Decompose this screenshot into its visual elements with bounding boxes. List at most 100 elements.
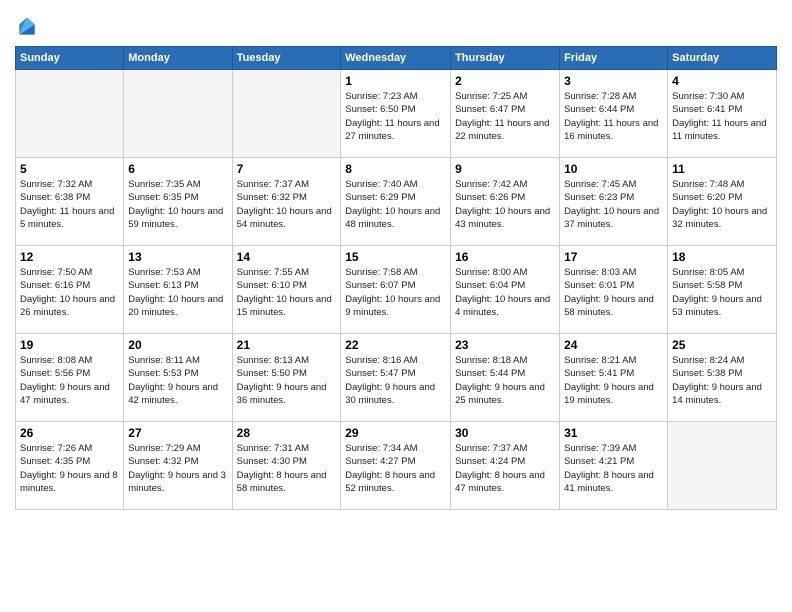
calendar-cell: 11Sunrise: 7:48 AM Sunset: 6:20 PM Dayli…: [668, 158, 777, 246]
day-info: Sunrise: 8:03 AM Sunset: 6:01 PM Dayligh…: [564, 266, 663, 319]
day-info: Sunrise: 7:40 AM Sunset: 6:29 PM Dayligh…: [345, 178, 446, 231]
day-info: Sunrise: 7:28 AM Sunset: 6:44 PM Dayligh…: [564, 90, 663, 143]
calendar-cell: 14 Sunrise: 7:55 AM Sunset: 6:10 PM Dayli…: [232, 246, 341, 334]
day-info: Sunrise: 7:35 AM Sunset: 6:35 PM Dayligh…: [128, 178, 227, 231]
calendar-week-row: 1 Sunrise: 7:23 AM Sunset: 6:50 PM Daylig…: [16, 70, 777, 158]
day-info: Sunrise: 7:58 AM Sunset: 6:07 PM Dayligh…: [345, 266, 446, 319]
day-info: Sunrise: 7:32 AM Sunset: 6:38 PM Dayligh…: [20, 178, 119, 231]
day-number: 14: [237, 250, 337, 264]
day-info: Sunrise: 7:50 AM Sunset: 6:16 PM Dayligh…: [20, 266, 119, 319]
calendar-cell: 23 Sunrise: 8:18 AM Sunset: 5:44 PM Dayli…: [451, 334, 560, 422]
calendar-cell: 25 Sunrise: 8:24 AM Sunset: 5:38 PM Dayli…: [668, 334, 777, 422]
calendar-cell: 4 Sunrise: 7:30 AM Sunset: 6:41 PM Daylig…: [668, 70, 777, 158]
day-info: Sunrise: 7:45 AM Sunset: 6:23 PM Dayligh…: [564, 178, 663, 231]
calendar-week-row: 5 Sunrise: 7:32 AM Sunset: 6:38 PM Daylig…: [16, 158, 777, 246]
day-info: Sunrise: 8:11 AM Sunset: 5:53 PM Dayligh…: [128, 354, 227, 407]
day-info: Sunrise: 8:16 AM Sunset: 5:47 PM Dayligh…: [345, 354, 446, 407]
calendar-cell: 26Sunrise: 7:26 AM Sunset: 4:35 PM Dayli…: [16, 422, 124, 510]
day-number: 4: [672, 74, 772, 88]
calendar-cell: 9 Sunrise: 7:42 AM Sunset: 6:26 PM Daylig…: [451, 158, 560, 246]
page-container: SundayMondayTuesdayWednesdayThursdayFrid…: [0, 0, 792, 520]
day-number: 29: [345, 426, 446, 440]
weekday-header: Wednesday: [341, 47, 451, 70]
calendar-cell: 16Sunrise: 8:00 AM Sunset: 6:04 PM Dayli…: [451, 246, 560, 334]
weekday-header: Saturday: [668, 47, 777, 70]
day-info: Sunrise: 8:13 AM Sunset: 5:50 PM Dayligh…: [237, 354, 337, 407]
calendar-cell: 12 Sunrise: 7:50 AM Sunset: 6:16 PM Dayli…: [16, 246, 124, 334]
calendar-cell: 21 Sunrise: 8:13 AM Sunset: 5:50 PM Dayli…: [232, 334, 341, 422]
logo-icon: [17, 14, 37, 38]
day-number: 9: [455, 162, 555, 176]
calendar-cell: 20 Sunrise: 8:11 AM Sunset: 5:53 PM Dayli…: [124, 334, 232, 422]
calendar-cell: [232, 70, 341, 158]
calendar-cell: 31 Sunrise: 7:39 AM Sunset: 4:21 PM Dayli…: [560, 422, 668, 510]
calendar-cell: 3Sunrise: 7:28 AM Sunset: 6:44 PM Daylig…: [560, 70, 668, 158]
calendar-cell: 27 Sunrise: 7:29 AM Sunset: 4:32 PM Dayli…: [124, 422, 232, 510]
calendar-cell: [124, 70, 232, 158]
day-info: Sunrise: 7:31 AM Sunset: 4:30 PM Dayligh…: [237, 442, 337, 495]
calendar-cell: 1 Sunrise: 7:23 AM Sunset: 6:50 PM Daylig…: [341, 70, 451, 158]
calendar-week-row: 26Sunrise: 7:26 AM Sunset: 4:35 PM Dayli…: [16, 422, 777, 510]
day-info: Sunrise: 7:39 AM Sunset: 4:21 PM Dayligh…: [564, 442, 663, 495]
calendar-cell: 22 Sunrise: 8:16 AM Sunset: 5:47 PM Dayli…: [341, 334, 451, 422]
day-number: 17: [564, 250, 663, 264]
calendar-cell: 24Sunrise: 8:21 AM Sunset: 5:41 PM Dayli…: [560, 334, 668, 422]
day-info: Sunrise: 7:25 AM Sunset: 6:47 PM Dayligh…: [455, 90, 555, 143]
day-number: 20: [128, 338, 227, 352]
day-number: 15: [345, 250, 446, 264]
day-number: 13: [128, 250, 227, 264]
day-number: 6: [128, 162, 227, 176]
day-number: 28: [237, 426, 337, 440]
day-info: Sunrise: 8:21 AM Sunset: 5:41 PM Dayligh…: [564, 354, 663, 407]
calendar-week-row: 12 Sunrise: 7:50 AM Sunset: 6:16 PM Dayli…: [16, 246, 777, 334]
calendar-cell: 19 Sunrise: 8:08 AM Sunset: 5:56 PM Dayli…: [16, 334, 124, 422]
day-number: 21: [237, 338, 337, 352]
calendar-cell: 6 Sunrise: 7:35 AM Sunset: 6:35 PM Daylig…: [124, 158, 232, 246]
weekday-header: Tuesday: [232, 47, 341, 70]
page-header: [15, 10, 777, 38]
logo: [15, 14, 37, 38]
calendar-cell: 30Sunrise: 7:37 AM Sunset: 4:24 PM Dayli…: [451, 422, 560, 510]
day-info: Sunrise: 7:30 AM Sunset: 6:41 PM Dayligh…: [672, 90, 772, 143]
calendar-cell: [16, 70, 124, 158]
calendar-cell: 5 Sunrise: 7:32 AM Sunset: 6:38 PM Daylig…: [16, 158, 124, 246]
day-info: Sunrise: 7:48 AM Sunset: 6:20 PM Dayligh…: [672, 178, 772, 231]
day-number: 23: [455, 338, 555, 352]
day-number: 7: [237, 162, 337, 176]
day-info: Sunrise: 8:18 AM Sunset: 5:44 PM Dayligh…: [455, 354, 555, 407]
day-number: 1: [345, 74, 446, 88]
day-number: 10: [564, 162, 663, 176]
weekday-header: Monday: [124, 47, 232, 70]
day-number: 12: [20, 250, 119, 264]
calendar-cell: 8Sunrise: 7:40 AM Sunset: 6:29 PM Daylig…: [341, 158, 451, 246]
calendar-cell: 10 Sunrise: 7:45 AM Sunset: 6:23 PM Dayli…: [560, 158, 668, 246]
day-info: Sunrise: 8:24 AM Sunset: 5:38 PM Dayligh…: [672, 354, 772, 407]
day-info: Sunrise: 7:29 AM Sunset: 4:32 PM Dayligh…: [128, 442, 227, 495]
day-info: Sunrise: 7:55 AM Sunset: 6:10 PM Dayligh…: [237, 266, 337, 319]
calendar-cell: 2 Sunrise: 7:25 AM Sunset: 6:47 PM Daylig…: [451, 70, 560, 158]
calendar-cell: 17 Sunrise: 8:03 AM Sunset: 6:01 PM Dayli…: [560, 246, 668, 334]
day-info: Sunrise: 7:23 AM Sunset: 6:50 PM Dayligh…: [345, 90, 446, 143]
calendar-cell: 28 Sunrise: 7:31 AM Sunset: 4:30 PM Dayli…: [232, 422, 341, 510]
weekday-header: Friday: [560, 47, 668, 70]
day-number: 25: [672, 338, 772, 352]
day-number: 2: [455, 74, 555, 88]
day-info: Sunrise: 7:53 AM Sunset: 6:13 PM Dayligh…: [128, 266, 227, 319]
calendar-cell: 7 Sunrise: 7:37 AM Sunset: 6:32 PM Daylig…: [232, 158, 341, 246]
calendar-header-row: SundayMondayTuesdayWednesdayThursdayFrid…: [16, 47, 777, 70]
day-number: 19: [20, 338, 119, 352]
day-info: Sunrise: 8:00 AM Sunset: 6:04 PM Dayligh…: [455, 266, 555, 319]
day-number: 27: [128, 426, 227, 440]
day-info: Sunrise: 7:37 AM Sunset: 4:24 PM Dayligh…: [455, 442, 555, 495]
day-number: 18: [672, 250, 772, 264]
day-number: 22: [345, 338, 446, 352]
day-info: Sunrise: 7:37 AM Sunset: 6:32 PM Dayligh…: [237, 178, 337, 231]
calendar-week-row: 19 Sunrise: 8:08 AM Sunset: 5:56 PM Dayli…: [16, 334, 777, 422]
day-number: 5: [20, 162, 119, 176]
day-info: Sunrise: 8:08 AM Sunset: 5:56 PM Dayligh…: [20, 354, 119, 407]
day-info: Sunrise: 7:42 AM Sunset: 6:26 PM Dayligh…: [455, 178, 555, 231]
day-number: 31: [564, 426, 663, 440]
day-info: Sunrise: 8:05 AM Sunset: 5:58 PM Dayligh…: [672, 266, 772, 319]
calendar-cell: [668, 422, 777, 510]
weekday-header: Thursday: [451, 47, 560, 70]
